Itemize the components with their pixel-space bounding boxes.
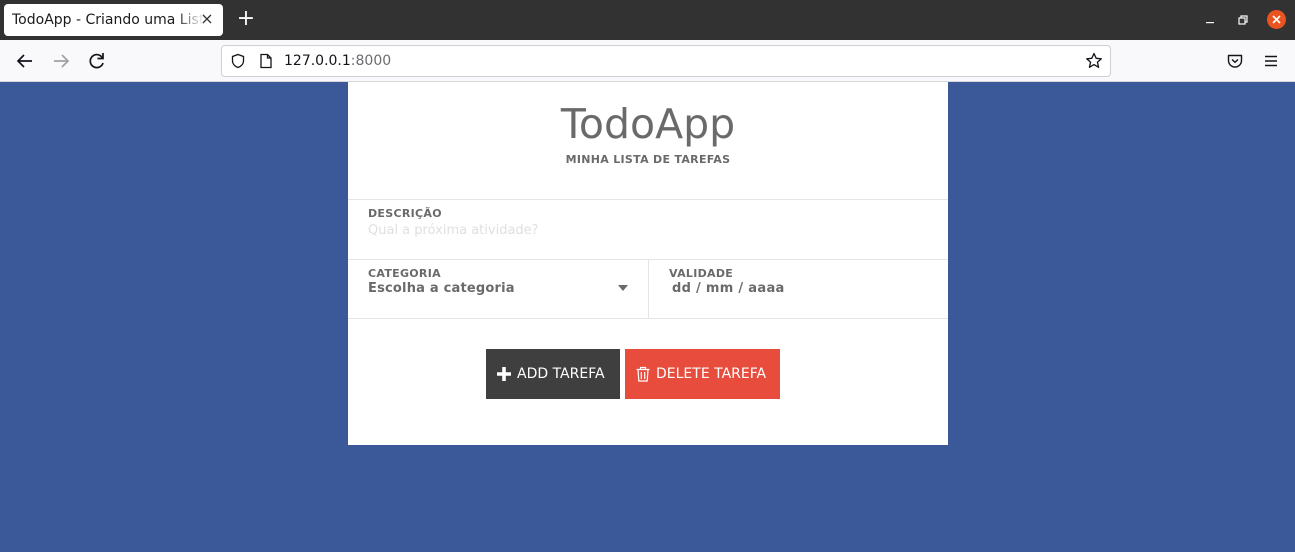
back-button[interactable] bbox=[13, 49, 37, 73]
reload-button[interactable] bbox=[85, 49, 109, 73]
todo-card: TodoApp MINHA LISTA DE TAREFAS DESCRIÇÃO… bbox=[348, 82, 948, 445]
add-task-label: ADD TAREFA bbox=[517, 366, 605, 382]
browser-nav-bar: 127.0.0.1:8000 bbox=[0, 40, 1295, 82]
validity-date-input[interactable]: dd / mm / aaaa bbox=[672, 281, 785, 296]
arrow-right-icon bbox=[54, 54, 70, 68]
add-task-button[interactable]: ADD TAREFA bbox=[486, 349, 620, 399]
pocket-button[interactable] bbox=[1225, 51, 1245, 71]
url-host: 127.0.0.1 bbox=[284, 53, 351, 69]
close-window-button[interactable] bbox=[1267, 10, 1286, 29]
caret-down-icon[interactable] bbox=[618, 285, 628, 291]
hamburger-menu-icon bbox=[1265, 55, 1277, 67]
description-input[interactable] bbox=[368, 221, 928, 239]
forward-button[interactable] bbox=[49, 49, 73, 73]
url-port: :8000 bbox=[350, 53, 392, 69]
delete-task-label: DELETE TAREFA bbox=[656, 366, 767, 382]
tab-close-icon[interactable]: × bbox=[199, 10, 215, 28]
app-menu-button[interactable] bbox=[1261, 51, 1281, 71]
trash-icon bbox=[636, 366, 650, 382]
tab-title: TodoApp - Criando uma Lista de Tarefas bbox=[12, 12, 204, 28]
category-label: CATEGORIA bbox=[368, 267, 441, 280]
star-icon bbox=[1086, 52, 1102, 68]
minimize-window-button[interactable] bbox=[1200, 10, 1220, 30]
restore-icon bbox=[1238, 15, 1248, 25]
app-title: TodoApp bbox=[560, 100, 736, 148]
delete-task-button[interactable]: DELETE TAREFA bbox=[625, 349, 780, 399]
column-divider bbox=[648, 259, 649, 318]
divider bbox=[348, 318, 948, 319]
maximize-window-button[interactable] bbox=[1232, 10, 1252, 30]
reload-icon bbox=[89, 53, 104, 69]
shield-icon[interactable] bbox=[230, 53, 246, 69]
pocket-icon bbox=[1227, 54, 1243, 68]
minimize-icon bbox=[1206, 22, 1214, 24]
arrow-left-icon bbox=[16, 54, 32, 68]
browser-tab-bar: TodoApp - Criando uma Lista de Tarefas ×… bbox=[0, 0, 1295, 40]
bookmark-star-button[interactable] bbox=[1084, 51, 1104, 71]
description-label: DESCRIÇÃO bbox=[368, 207, 442, 220]
url-bar[interactable]: 127.0.0.1:8000 bbox=[221, 45, 1111, 77]
plus-icon bbox=[497, 367, 511, 381]
browser-tab[interactable]: TodoApp - Criando uma Lista de Tarefas × bbox=[4, 4, 223, 36]
close-icon bbox=[1272, 15, 1281, 24]
divider bbox=[348, 199, 948, 200]
app-subtitle: MINHA LISTA DE TAREFAS bbox=[565, 153, 731, 166]
new-tab-button[interactable]: + bbox=[234, 8, 258, 32]
category-selected-value[interactable]: Escolha a categoria bbox=[368, 281, 515, 296]
page-icon[interactable] bbox=[259, 53, 273, 69]
url-text[interactable]: 127.0.0.1:8000 bbox=[284, 53, 391, 69]
validity-label: VALIDADE bbox=[669, 267, 734, 280]
